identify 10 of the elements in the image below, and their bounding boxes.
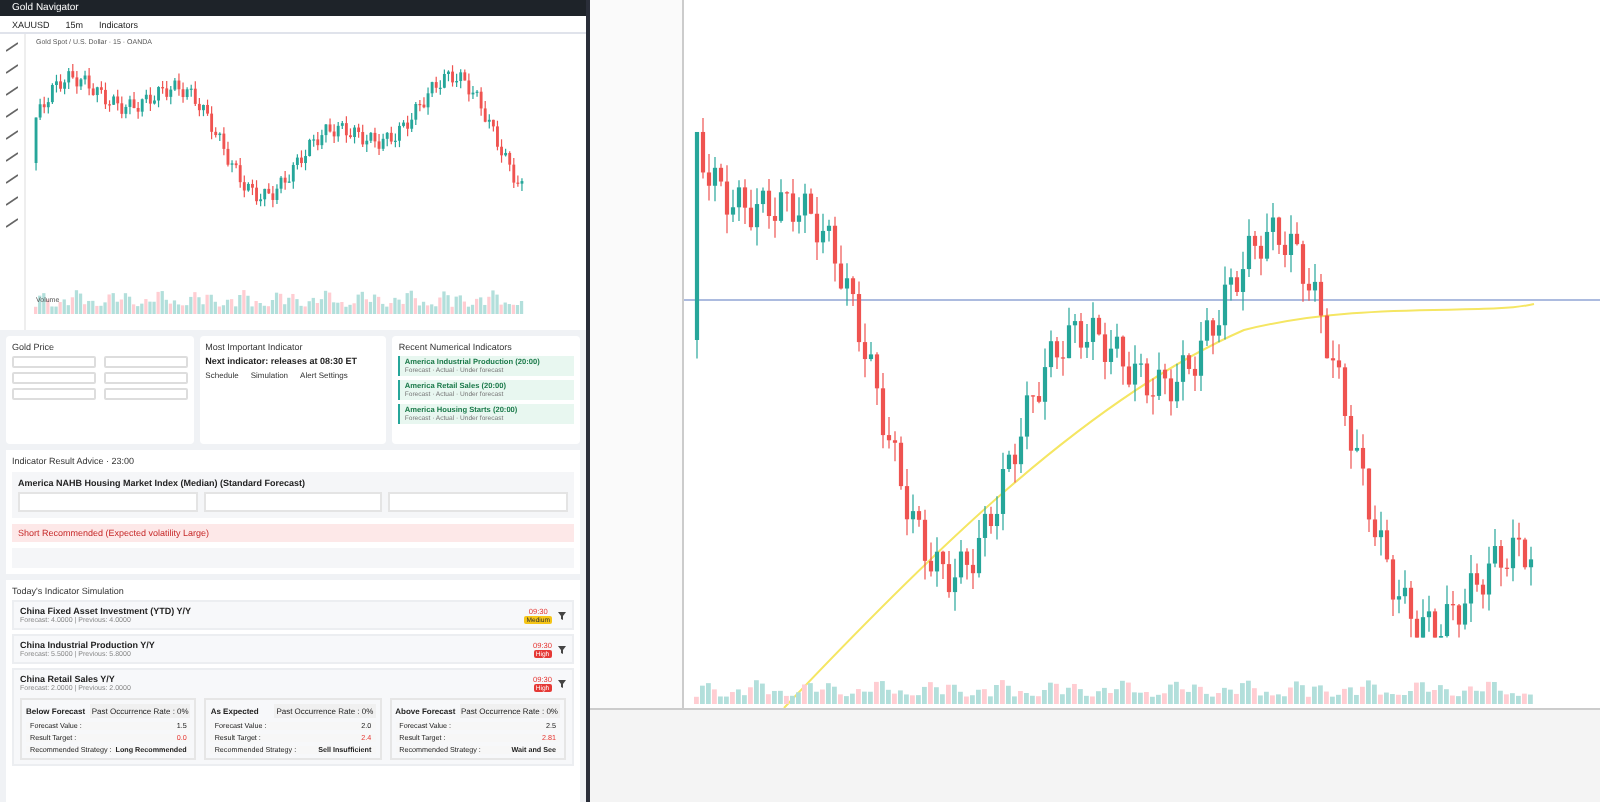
filter-icon[interactable]: [558, 645, 566, 653]
select-field[interactable]: [12, 356, 96, 368]
select-field[interactable]: [12, 372, 96, 384]
simulation-row[interactable]: [12, 668, 574, 766]
select-field[interactable]: [103, 388, 188, 400]
select-field[interactable]: [103, 372, 188, 384]
select-field[interactable]: [103, 356, 188, 368]
select-field[interactable]: [12, 388, 96, 400]
filter-icon[interactable]: [558, 611, 566, 619]
filter-icon[interactable]: [558, 679, 566, 687]
